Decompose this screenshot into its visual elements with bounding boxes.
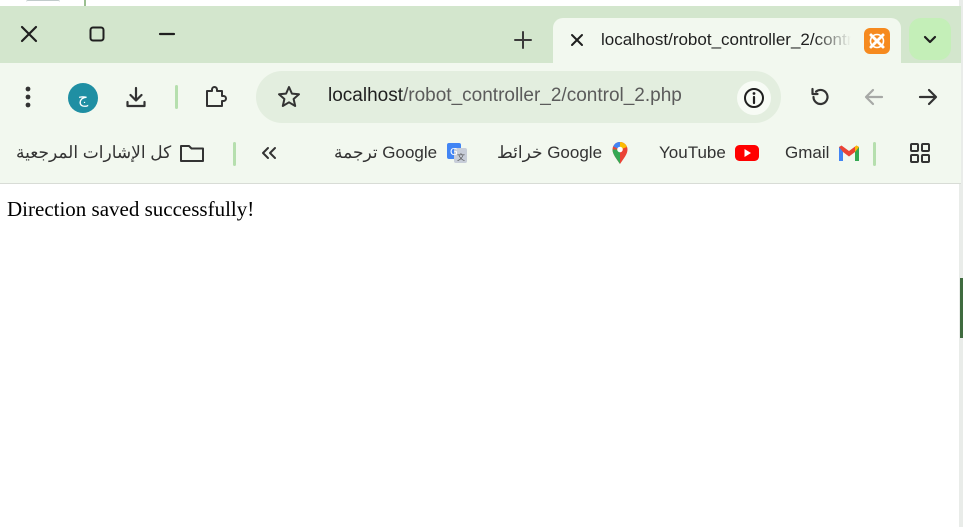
tab-active[interactable]: localhost/robot_controller_2/control_2.p… xyxy=(553,18,901,69)
bookmarks-separator xyxy=(873,142,876,166)
bookmark-gmail[interactable]: Gmail xyxy=(785,131,861,175)
bookmark-label: Gmail xyxy=(785,143,830,162)
bookmarks-separator xyxy=(233,142,236,166)
google-maps-icon xyxy=(610,140,630,166)
window-close-button[interactable] xyxy=(7,12,51,56)
puzzle-icon xyxy=(206,86,227,107)
browser-toolbar: ج localhost/robot_controller_2/control_2… xyxy=(0,63,961,131)
gmail-icon xyxy=(837,143,861,163)
reload-icon xyxy=(811,87,829,106)
tab-title: localhost/robot_controller_2/control_2.p… xyxy=(601,30,851,49)
xampp-icon xyxy=(864,28,890,54)
window-maximize-button[interactable] xyxy=(75,12,119,56)
tab-search-button[interactable] xyxy=(909,18,951,60)
close-icon xyxy=(20,25,38,43)
all-bookmarks-button[interactable]: كل الإشارات المرجعية xyxy=(16,131,205,175)
tab-strip: localhost/robot_controller_2/control_2.p… xyxy=(0,6,961,69)
profile-avatar[interactable]: ج xyxy=(68,83,98,113)
url-text: localhost/robot_controller_2/control_2.p… xyxy=(328,85,682,107)
bookmark-youtube[interactable]: YouTube xyxy=(659,131,760,175)
downloads-button[interactable] xyxy=(116,77,156,117)
plus-icon xyxy=(514,31,532,49)
close-icon xyxy=(571,34,583,46)
folder-icon xyxy=(179,143,205,163)
star-icon xyxy=(278,86,300,107)
svg-text:文: 文 xyxy=(457,152,465,162)
all-bookmarks-label: كل الإشارات المرجعية xyxy=(16,143,172,162)
bookmarks-overflow-button[interactable] xyxy=(259,131,279,175)
bookmark-label: خرائط Google xyxy=(497,143,603,162)
window-minimize-button[interactable] xyxy=(145,12,189,56)
square-icon xyxy=(89,26,105,42)
extensions-button[interactable] xyxy=(197,77,237,117)
youtube-icon xyxy=(734,143,760,163)
arrow-left-icon xyxy=(864,88,884,106)
arrow-right-icon xyxy=(918,88,938,106)
status-message: Direction saved successfully! xyxy=(7,197,255,221)
site-info-button[interactable] xyxy=(737,81,771,115)
minus-icon xyxy=(158,32,176,36)
apps-button[interactable] xyxy=(908,131,932,175)
back-button[interactable] xyxy=(854,77,894,117)
bookmark-google-maps[interactable]: خرائط Google xyxy=(497,131,630,175)
bookmark-google-translate[interactable]: ترجمة Google G文 xyxy=(334,131,469,175)
url-host: localhost xyxy=(328,85,403,106)
reload-button[interactable] xyxy=(800,77,840,117)
page-content: Direction saved successfully! xyxy=(0,184,959,527)
browser-menu-button[interactable] xyxy=(8,77,48,117)
toolbar-separator xyxy=(175,85,178,109)
bookmark-star-button[interactable] xyxy=(276,84,302,115)
bookmark-label: ترجمة Google xyxy=(334,143,438,162)
info-icon xyxy=(744,88,764,108)
google-translate-icon: G文 xyxy=(445,141,469,165)
more-vertical-icon xyxy=(25,86,31,108)
apps-grid-icon xyxy=(908,141,932,165)
forward-button[interactable] xyxy=(908,77,948,117)
address-bar[interactable]: localhost/robot_controller_2/control_2.p… xyxy=(256,71,781,123)
bookmarks-bar: كل الإشارات المرجعية ترجمة Google G文 خرا… xyxy=(0,131,961,184)
chevron-down-icon xyxy=(923,35,937,44)
download-icon xyxy=(126,86,146,108)
bookmark-label: YouTube xyxy=(659,143,726,162)
double-chevron-icon xyxy=(259,145,279,161)
url-path: /robot_controller_2/control_2.php xyxy=(403,85,682,106)
tab-close-button[interactable] xyxy=(565,28,589,52)
new-tab-button[interactable] xyxy=(503,20,543,60)
